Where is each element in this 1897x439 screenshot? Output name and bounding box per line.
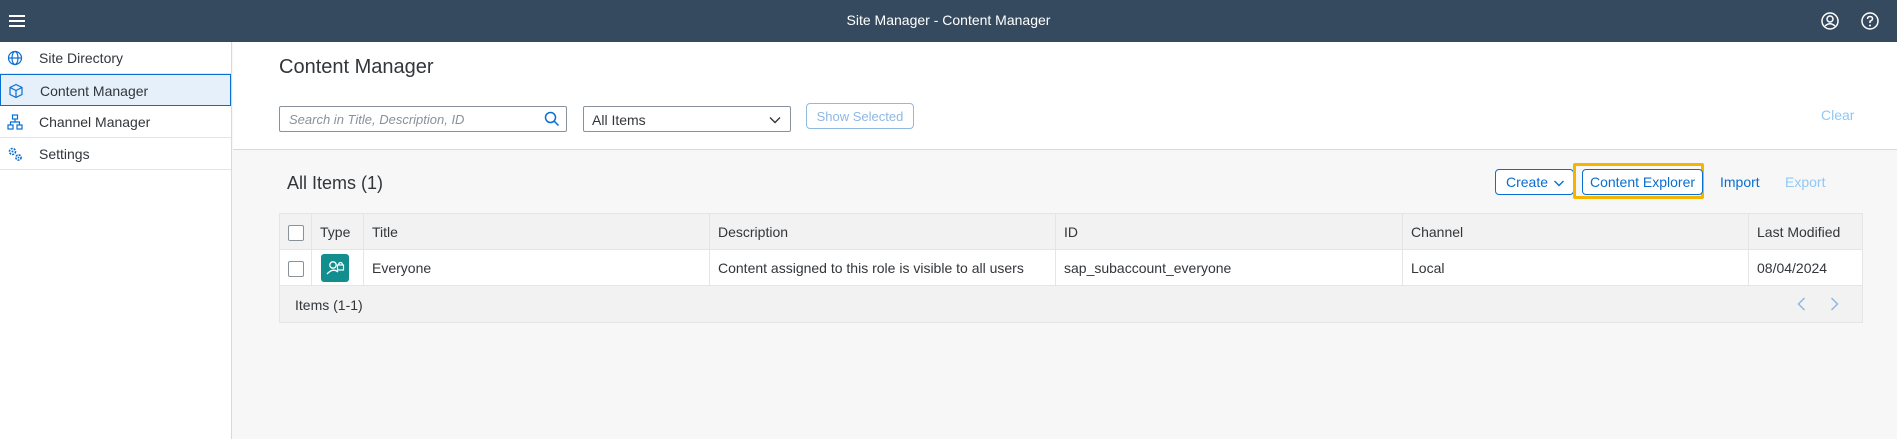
type-cell xyxy=(312,250,364,286)
cube-icon xyxy=(9,83,23,99)
table-row[interactable]: Everyone Content assigned to this role i… xyxy=(280,250,1862,286)
id-cell: sap_subaccount_everyone xyxy=(1056,250,1403,286)
settings-icon xyxy=(8,147,22,161)
chevron-down-icon xyxy=(1554,180,1564,187)
show-selected-button[interactable]: Show Selected xyxy=(806,103,914,129)
chevron-left-icon[interactable] xyxy=(1794,296,1810,312)
sidebar-item-site-directory[interactable]: Site Directory xyxy=(0,42,231,74)
shell-bar: Site Manager - Content Manager xyxy=(0,0,1897,42)
row-checkbox[interactable] xyxy=(288,261,304,277)
sidebar-item-channel-manager[interactable]: Channel Manager xyxy=(0,106,231,138)
main-content: Content Manager All Items Show Selected … xyxy=(233,42,1897,439)
select-all-checkbox[interactable] xyxy=(288,225,304,241)
sidebar-item-label: Content Manager xyxy=(40,83,149,99)
items-count: Items (1-1) xyxy=(295,297,363,313)
select-all-cell xyxy=(280,214,312,250)
description-cell: Content assigned to this role is visible… xyxy=(710,250,1056,286)
create-button[interactable]: Create xyxy=(1495,169,1574,195)
clear-link[interactable]: Clear xyxy=(1821,107,1854,123)
column-header-title[interactable]: Title xyxy=(364,214,710,250)
last-modified-cell: 08/04/2024 xyxy=(1757,260,1828,276)
column-header-channel[interactable]: Channel xyxy=(1403,214,1749,250)
column-header-id[interactable]: ID xyxy=(1056,214,1403,250)
items-title: All Items (1) xyxy=(287,173,384,193)
side-navigation: Site Directory Content Manager Channel M… xyxy=(0,42,232,439)
search-icon[interactable] xyxy=(544,111,560,127)
search-field xyxy=(279,106,567,132)
column-header-type[interactable]: Type xyxy=(312,214,364,250)
title-cell: Everyone xyxy=(364,250,710,286)
import-button[interactable]: Import xyxy=(1720,174,1760,190)
sidebar-item-label: Site Directory xyxy=(39,50,124,66)
content-table: Type Title Description ID Channel Last M… xyxy=(279,213,1863,323)
chevron-right-icon[interactable] xyxy=(1826,296,1842,312)
globe-icon xyxy=(7,50,23,66)
sidebar-item-label: Settings xyxy=(39,146,90,162)
content-explorer-button[interactable]: Content Explorer xyxy=(1582,169,1703,195)
export-button[interactable]: Export xyxy=(1785,174,1825,190)
select-value: All Items xyxy=(592,112,646,128)
user-icon[interactable] xyxy=(1820,11,1840,31)
row-select-cell xyxy=(280,250,312,286)
column-header-last-modified[interactable]: Last Modified xyxy=(1749,214,1864,250)
items-filter-select[interactable]: All Items xyxy=(583,106,791,132)
create-button-label: Create xyxy=(1506,174,1549,190)
page-header: Content Manager All Items Show Selected … xyxy=(233,42,1897,150)
role-user-lock-icon xyxy=(321,254,349,282)
table-footer: Items (1-1) xyxy=(280,286,1862,322)
channel-cell: Local xyxy=(1403,250,1749,286)
table-header-row: Type Title Description ID Channel Last M… xyxy=(280,214,1862,250)
column-header-description[interactable]: Description xyxy=(710,214,1056,250)
chevron-down-icon xyxy=(769,117,781,124)
hierarchy-icon xyxy=(7,114,23,130)
sidebar-item-content-manager[interactable]: Content Manager xyxy=(0,74,231,106)
sidebar-item-settings[interactable]: Settings xyxy=(0,138,231,170)
help-icon[interactable] xyxy=(1860,11,1880,31)
page-title: Content Manager xyxy=(279,56,434,78)
sidebar-item-label: Channel Manager xyxy=(39,114,151,130)
shell-title: Site Manager - Content Manager xyxy=(846,12,1051,28)
search-input[interactable] xyxy=(280,107,530,131)
